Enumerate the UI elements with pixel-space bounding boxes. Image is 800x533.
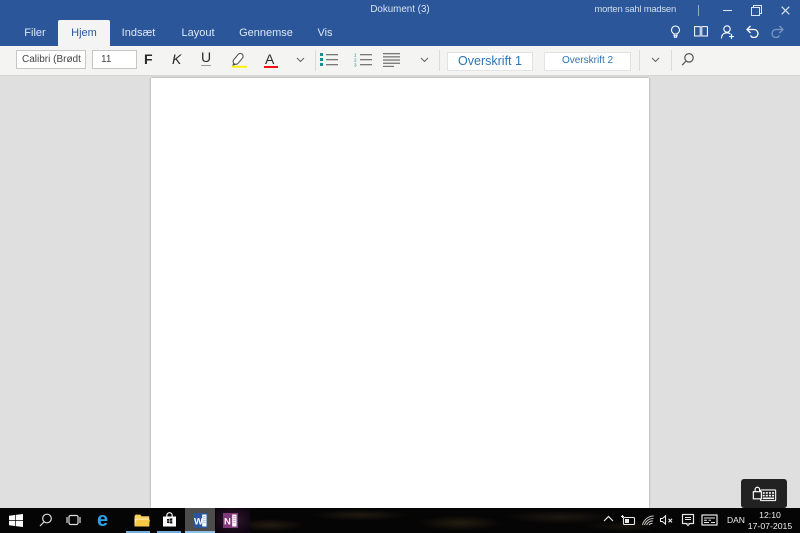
svg-text:N: N — [224, 516, 231, 527]
svg-text:3: 3 — [354, 62, 357, 67]
svg-text:W: W — [194, 516, 203, 527]
